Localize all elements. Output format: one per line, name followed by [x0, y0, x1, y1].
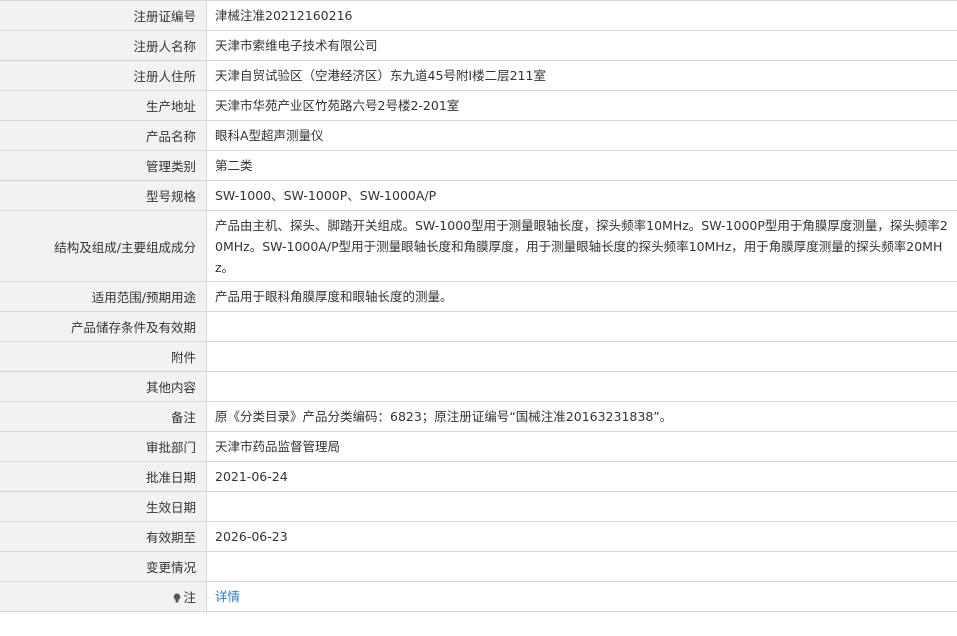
- note-value-cell: 详情: [206, 581, 957, 612]
- field-label: 备注: [0, 401, 207, 432]
- row-effective-date: 生效日期: [0, 491, 957, 522]
- field-value: 天津市华苑产业区竹苑路六号2号楼2-201室: [206, 90, 957, 121]
- row-approval-department: 审批部门 天津市药品监督管理局: [0, 431, 957, 462]
- row-registration-number: 注册证编号 津械注准20212160216: [0, 0, 957, 31]
- field-value: [206, 341, 957, 372]
- field-label: 其他内容: [0, 371, 207, 402]
- row-remarks: 备注 原《分类目录》产品分类编码：6823；原注册证编号“国械注准2016323…: [0, 401, 957, 432]
- row-other-content: 其他内容: [0, 371, 957, 402]
- field-value: [206, 551, 957, 582]
- row-note: 注 详情: [0, 581, 957, 612]
- field-label: 注册人住所: [0, 60, 207, 91]
- field-value: [206, 371, 957, 402]
- row-product-name: 产品名称 眼科A型超声测量仪: [0, 120, 957, 151]
- field-label: 生产地址: [0, 90, 207, 121]
- field-label: 有效期至: [0, 521, 207, 552]
- row-intended-use: 适用范围/预期用途 产品用于眼科角膜厚度和眼轴长度的测量。: [0, 281, 957, 312]
- row-storage-validity: 产品储存条件及有效期: [0, 311, 957, 342]
- field-value: [206, 491, 957, 522]
- field-value: 产品用于眼科角膜厚度和眼轴长度的测量。: [206, 281, 957, 312]
- field-value: SW-1000、SW-1000P、SW-1000A/P: [206, 180, 957, 211]
- field-label: 注册人名称: [0, 30, 207, 61]
- field-label: 管理类别: [0, 150, 207, 181]
- field-value: 天津市药品监督管理局: [206, 431, 957, 462]
- note-label-cell: 注: [0, 581, 207, 612]
- field-value: [206, 311, 957, 342]
- row-production-address: 生产地址 天津市华苑产业区竹苑路六号2号楼2-201室: [0, 90, 957, 121]
- field-label: 结构及组成/主要组成成分: [0, 210, 207, 282]
- field-value: 原《分类目录》产品分类编码：6823；原注册证编号“国械注准2016323183…: [206, 401, 957, 432]
- field-label: 附件: [0, 341, 207, 372]
- lightbulb-icon: [174, 593, 181, 603]
- note-label: 注: [183, 590, 196, 605]
- row-management-category: 管理类别 第二类: [0, 150, 957, 181]
- field-value: 2021-06-24: [206, 461, 957, 492]
- field-value: 天津市索维电子技术有限公司: [206, 30, 957, 61]
- field-label: 型号规格: [0, 180, 207, 211]
- field-label: 产品储存条件及有效期: [0, 311, 207, 342]
- field-label: 适用范围/预期用途: [0, 281, 207, 312]
- row-approval-date: 批准日期 2021-06-24: [0, 461, 957, 492]
- field-value: 津械注准20212160216: [206, 0, 957, 31]
- field-label: 变更情况: [0, 551, 207, 582]
- row-attachment: 附件: [0, 341, 957, 372]
- field-value: 2026-06-23: [206, 521, 957, 552]
- row-registrant-name: 注册人名称 天津市索维电子技术有限公司: [0, 30, 957, 61]
- row-model-spec: 型号规格 SW-1000、SW-1000P、SW-1000A/P: [0, 180, 957, 211]
- field-label: 产品名称: [0, 120, 207, 151]
- field-value: 天津自贸试验区（空港经济区）东九道45号附Ⅰ楼二层211室: [206, 60, 957, 91]
- field-label: 生效日期: [0, 491, 207, 522]
- row-structure-composition: 结构及组成/主要组成成分 产品由主机、探头、脚踏开关组成。SW-1000型用于测…: [0, 210, 957, 282]
- row-registrant-address: 注册人住所 天津自贸试验区（空港经济区）东九道45号附Ⅰ楼二层211室: [0, 60, 957, 91]
- field-value: 产品由主机、探头、脚踏开关组成。SW-1000型用于测量眼轴长度，探头频率10M…: [206, 210, 957, 282]
- field-value: 第二类: [206, 150, 957, 181]
- details-link[interactable]: 详情: [215, 589, 240, 604]
- field-value: 眼科A型超声测量仪: [206, 120, 957, 151]
- field-label: 批准日期: [0, 461, 207, 492]
- field-label: 注册证编号: [0, 0, 207, 31]
- registration-info-table: 注册证编号 津械注准20212160216 注册人名称 天津市索维电子技术有限公…: [0, 0, 957, 612]
- row-valid-until: 有效期至 2026-06-23: [0, 521, 957, 552]
- field-label: 审批部门: [0, 431, 207, 462]
- row-change-history: 变更情况: [0, 551, 957, 582]
